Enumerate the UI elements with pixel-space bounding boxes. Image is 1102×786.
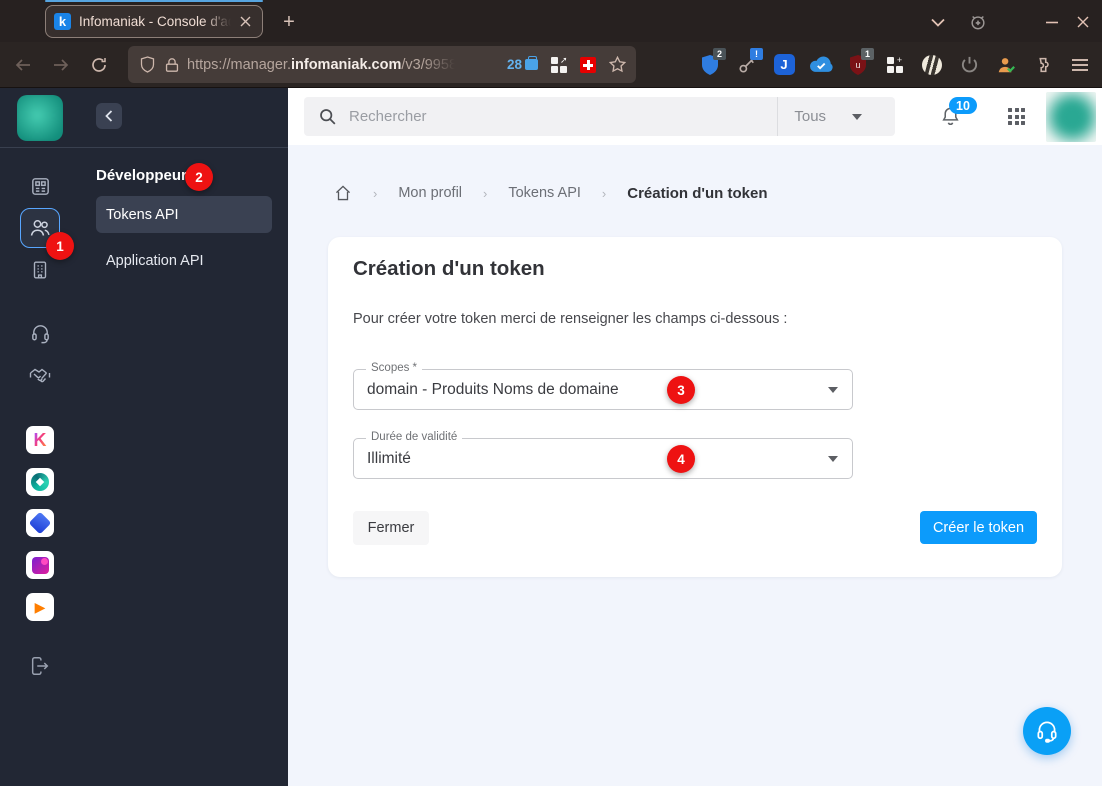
scopes-value: domain - Produits Noms de domaine <box>367 381 619 398</box>
sidebar-item-partner[interactable] <box>20 355 60 395</box>
swiss-flag-icon[interactable] <box>580 56 596 73</box>
search-input[interactable] <box>349 108 778 125</box>
app-launcher-icon[interactable] <box>1008 108 1025 125</box>
infomaniak-favicon: k <box>54 13 71 30</box>
active-tab-accent-line <box>45 0 263 2</box>
user-avatar[interactable] <box>1046 91 1096 142</box>
validity-value: Illimité <box>367 450 411 467</box>
organization-logo[interactable] <box>17 95 63 141</box>
profile-check-icon[interactable] <box>994 53 1018 77</box>
product-kmeet-icon[interactable] <box>26 551 54 579</box>
collapse-sidebar-button[interactable] <box>96 103 122 129</box>
product-ksuite-icon[interactable]: K <box>26 426 54 454</box>
breadcrumb-separator: › <box>601 185 607 201</box>
power-icon[interactable] <box>957 53 981 77</box>
extension-shield-icon[interactable]: 2 <box>698 47 726 77</box>
forward-icon[interactable] <box>48 52 74 78</box>
minimize-icon[interactable] <box>1039 9 1065 35</box>
chevron-down-icon <box>852 113 863 120</box>
product-vod-icon[interactable]: ▶ <box>26 593 54 621</box>
browser-tab[interactable]: k Infomaniak - Console d'adm <box>45 5 263 38</box>
notifications-button[interactable]: 10 <box>939 97 977 128</box>
search-bar[interactable]: Tous <box>304 97 895 136</box>
annotation-badge-4: 4 <box>667 445 695 473</box>
close-window-icon[interactable] <box>1070 9 1096 35</box>
breadcrumb-current: Création d'un token <box>627 184 768 202</box>
primary-sidebar: 1 K ▶ <box>0 88 80 786</box>
close-button[interactable]: Fermer <box>353 511 429 545</box>
search-icon <box>318 107 337 126</box>
container-tab-counter[interactable]: 28 <box>507 56 538 72</box>
extension-addons-grid-icon[interactable]: + <box>883 53 907 77</box>
breadcrumb-mon-profil[interactable]: Mon profil <box>398 185 462 201</box>
support-fab-button[interactable] <box>1023 707 1071 755</box>
bookmark-star-icon[interactable] <box>609 56 626 73</box>
extension-key-icon[interactable]: ! <box>735 47 763 77</box>
create-token-button[interactable]: Créer le token <box>920 511 1037 544</box>
menu-hamburger-icon[interactable] <box>1068 53 1092 77</box>
scopes-select[interactable]: Scopes * domain - Produits Noms de domai… <box>353 362 853 410</box>
page-title: Création d'un token <box>353 257 545 280</box>
home-icon[interactable] <box>334 184 352 202</box>
alarm-extension-icon[interactable] <box>965 9 991 35</box>
product-kdrive-icon[interactable] <box>26 468 54 496</box>
breadcrumb: › Mon profil › Tokens API › Création d'u… <box>334 184 768 202</box>
logout-icon[interactable] <box>20 646 60 686</box>
product-kchat-icon[interactable] <box>26 509 54 537</box>
annotation-badge-3: 3 <box>667 376 695 404</box>
url-text: https://manager.infomaniak.com/v3/995834… <box>187 56 455 73</box>
extension-joplin-icon[interactable]: J <box>772 53 796 77</box>
validity-select[interactable]: Durée de validité Illimité 4 <box>353 431 853 479</box>
breadcrumb-tokens-api[interactable]: Tokens API <box>508 185 581 201</box>
token-creation-card: Création d'un token Pour créer votre tok… <box>328 237 1062 577</box>
sidebar-item-products[interactable] <box>20 166 60 206</box>
chevron-down-icon <box>828 387 838 393</box>
tab-title: Infomaniak - Console d'adm <box>79 14 231 29</box>
breadcrumb-separator: › <box>483 185 488 201</box>
chevron-down-icon <box>828 456 838 462</box>
lock-icon[interactable] <box>165 57 179 73</box>
search-scope-dropdown[interactable]: Tous <box>777 97 895 136</box>
reload-icon[interactable] <box>86 52 112 78</box>
annotation-badge-1: 1 <box>46 232 74 260</box>
svg-text:u: u <box>855 60 860 70</box>
secondary-sidebar: Développeur 2 Tokens API Application API <box>80 88 288 786</box>
url-bar[interactable]: https://manager.infomaniak.com/v3/995834… <box>128 46 636 83</box>
browser-window: k Infomaniak - Console d'adm + https://m… <box>0 0 1102 786</box>
new-tab-button[interactable]: + <box>276 9 302 35</box>
headset-icon <box>1037 721 1057 743</box>
browser-titlebar: k Infomaniak - Console d'adm + <box>0 0 1102 42</box>
notification-count-badge: 10 <box>949 97 977 114</box>
sidebar-item-support[interactable] <box>20 313 60 353</box>
nav-item-tokens-api[interactable]: Tokens API <box>96 196 272 233</box>
extension-cloud-icon[interactable] <box>809 53 833 77</box>
briefcase-icon <box>525 56 538 70</box>
back-icon[interactable] <box>10 52 36 78</box>
form-description: Pour créer votre token merci de renseign… <box>353 311 788 327</box>
extensions-puzzle-icon[interactable] <box>1031 53 1055 77</box>
annotation-badge-2: 2 <box>185 163 213 191</box>
tab-list-chevron-icon[interactable] <box>925 9 951 35</box>
sidebar-divider <box>0 147 288 148</box>
tracking-shield-icon[interactable] <box>140 56 155 73</box>
breadcrumb-separator: › <box>373 185 378 201</box>
nav-item-application-api[interactable]: Application API <box>96 242 272 279</box>
page-actions-grid-icon[interactable]: ➚ <box>551 55 568 73</box>
app-topbar: Tous 10 <box>288 88 1102 145</box>
browser-toolbar: https://manager.infomaniak.com/v3/995834… <box>0 42 1102 88</box>
main-content: Tous 10 › <box>288 88 1102 786</box>
extension-privacy-badger-icon[interactable] <box>920 53 944 77</box>
tab-close-icon[interactable] <box>236 13 254 31</box>
extension-ublock-icon[interactable]: u 1 <box>846 47 874 77</box>
infomaniak-app: 1 K ▶ Développeur 2 Tokens API Applicati… <box>0 88 1102 786</box>
section-title: Développeur <box>96 167 187 184</box>
